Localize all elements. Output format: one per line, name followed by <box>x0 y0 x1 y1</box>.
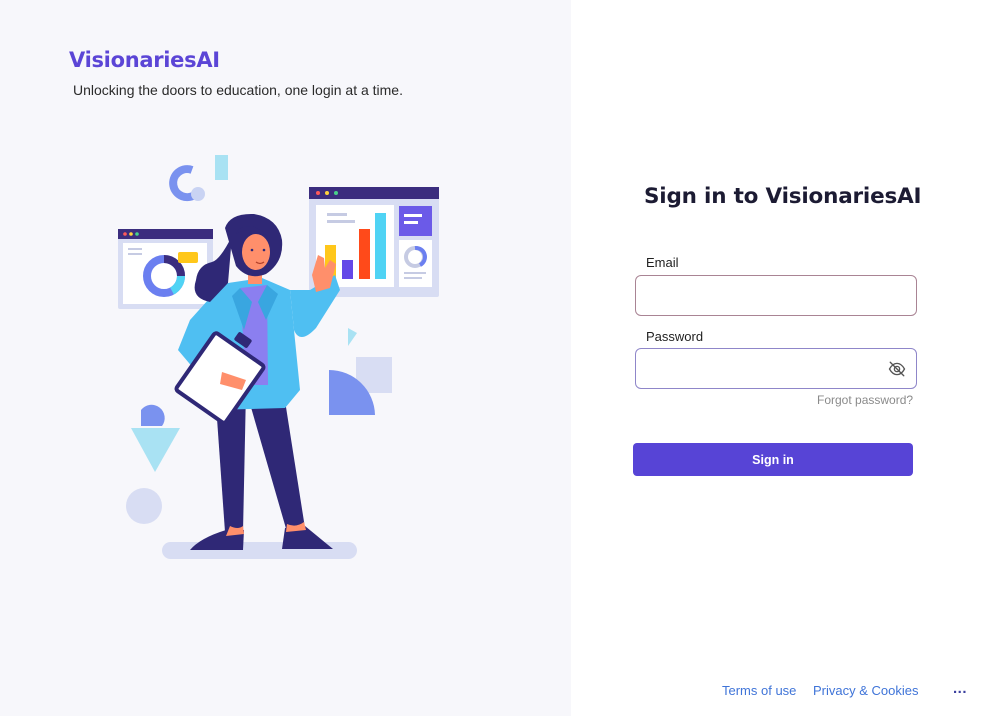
eye-off-icon[interactable] <box>886 358 908 380</box>
brand-tagline: Unlocking the doors to education, one lo… <box>73 82 403 98</box>
email-label: Email <box>646 255 679 270</box>
more-options-button[interactable]: ... <box>953 680 967 697</box>
password-label: Password <box>646 329 704 344</box>
signin-button[interactable]: Sign in <box>633 443 913 476</box>
terms-of-use-link[interactable]: Terms of use <box>722 683 796 698</box>
privacy-cookies-link[interactable]: Privacy & Cookies <box>813 683 918 698</box>
brand-logo: VisionariesAI <box>69 48 220 72</box>
signin-title: Sign in to VisionariesAI <box>644 184 922 209</box>
hero-panel: VisionariesAI Unlocking the doors to edu… <box>0 0 571 716</box>
password-field[interactable] <box>635 348 917 389</box>
forgot-password-link[interactable]: Forgot password? <box>817 393 913 407</box>
email-field[interactable] <box>635 275 917 316</box>
woman-presenting-dashboard-illustration <box>118 155 439 559</box>
